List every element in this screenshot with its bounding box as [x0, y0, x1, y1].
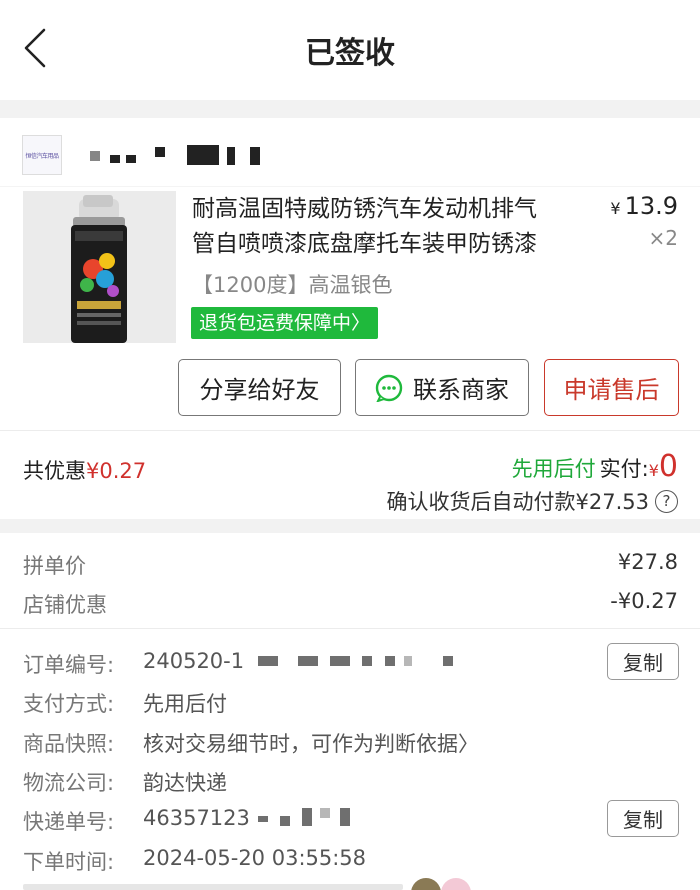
redacted-block	[126, 155, 136, 163]
product-image[interactable]	[23, 191, 176, 343]
order-number-label: 订单编号:	[23, 653, 115, 677]
store-logo: 恒信汽车用品	[22, 135, 62, 175]
section-divider	[0, 519, 700, 533]
courier-value: 韵达快递	[143, 771, 227, 795]
courier-label: 物流公司:	[23, 771, 115, 795]
divider	[0, 628, 700, 629]
redacted-block	[385, 656, 395, 666]
redacted-block	[298, 656, 318, 666]
product-title-line: 管自喷喷漆底盘摩托车装甲防锈漆	[192, 231, 537, 257]
contact-seller-button[interactable]: 联系商家	[355, 359, 529, 416]
pay-later-label: 先用后付	[511, 457, 596, 481]
divider	[0, 186, 700, 187]
actual-paid-label: 实付:	[599, 457, 649, 481]
currency-symbol: ¥	[610, 199, 621, 218]
redacted-block	[90, 151, 100, 161]
group-price-label: 拼单价	[23, 554, 86, 578]
redacted-block	[443, 656, 453, 666]
redacted-block	[227, 147, 235, 165]
cutoff-row	[23, 884, 403, 890]
redacted-block	[258, 816, 268, 822]
product-price: ¥13.9	[610, 192, 678, 220]
order-time-value: 2024-05-20 03:55:58	[143, 846, 367, 870]
group-price-value: ¥27.8	[617, 550, 678, 574]
redacted-block	[340, 808, 350, 826]
page-title: 已签收	[305, 36, 395, 71]
share-button[interactable]: 分享给好友	[178, 359, 341, 416]
total-discount: 共优惠¥0.27	[23, 455, 146, 485]
currency-symbol: ¥	[648, 461, 659, 480]
contact-seller-label: 联系商家	[413, 376, 509, 404]
tracking-number-label: 快递单号:	[23, 810, 115, 834]
avatar	[411, 878, 441, 890]
section-divider	[0, 100, 700, 118]
avatar	[441, 878, 471, 890]
redacted-block	[280, 816, 290, 826]
redacted-block	[250, 147, 260, 165]
discount-amount: ¥0.27	[86, 459, 147, 483]
store-discount-label: 店铺优惠	[23, 593, 107, 617]
actual-payment: 先用后付 实付:¥0	[512, 449, 678, 484]
product-title-line: 耐高温固特威防锈汽车发动机排气	[192, 196, 537, 222]
store-row[interactable]: 恒信汽车用品	[22, 133, 622, 177]
price-value: 13.9	[624, 192, 678, 220]
store-discount-value: -¥0.27	[610, 589, 678, 613]
redacted-block	[362, 656, 372, 666]
tracking-number-value: 46357123	[143, 806, 250, 830]
divider	[0, 430, 700, 431]
redacted-block	[330, 656, 350, 666]
order-time-label: 下单时间:	[23, 850, 115, 874]
spray-can-image	[23, 191, 176, 343]
auto-pay-text: 确认收货后自动付款¥27.53	[386, 490, 649, 514]
chat-icon	[375, 374, 403, 402]
auto-pay-notice: 确认收货后自动付款¥27.53 ?	[387, 486, 678, 516]
redacted-block	[155, 147, 165, 157]
snapshot-link[interactable]: 核对交易细节时，可作为判断依据〉	[143, 728, 479, 758]
product-spec: 【1200度】高温银色	[192, 273, 393, 297]
redacted-block	[302, 808, 312, 826]
order-number-value: 240520-1	[143, 649, 245, 673]
actual-paid-amount: 0	[658, 449, 678, 484]
redacted-block	[110, 155, 120, 163]
product-quantity: ×2	[648, 226, 678, 250]
redacted-block	[320, 808, 330, 818]
after-sales-button[interactable]: 申请售后	[544, 359, 679, 416]
product-title[interactable]: 耐高温固特威防锈汽车发动机排气 管自喷喷漆底盘摩托车装甲防锈漆	[192, 192, 592, 262]
redacted-block	[187, 145, 219, 165]
return-shipping-guarantee-badge[interactable]: 退货包运费保障中〉	[191, 307, 379, 339]
snapshot-label: 商品快照:	[23, 732, 115, 756]
help-icon[interactable]: ?	[655, 489, 678, 513]
header: 已签收	[0, 0, 700, 100]
copy-tracking-number-button[interactable]: 复制	[607, 800, 679, 837]
discount-label: 共优惠	[23, 459, 86, 483]
copy-order-number-button[interactable]: 复制	[607, 643, 679, 680]
payment-method-value: 先用后付	[143, 692, 227, 716]
payment-method-label: 支付方式:	[23, 692, 115, 716]
redacted-block	[404, 656, 412, 666]
redacted-block	[258, 656, 278, 666]
